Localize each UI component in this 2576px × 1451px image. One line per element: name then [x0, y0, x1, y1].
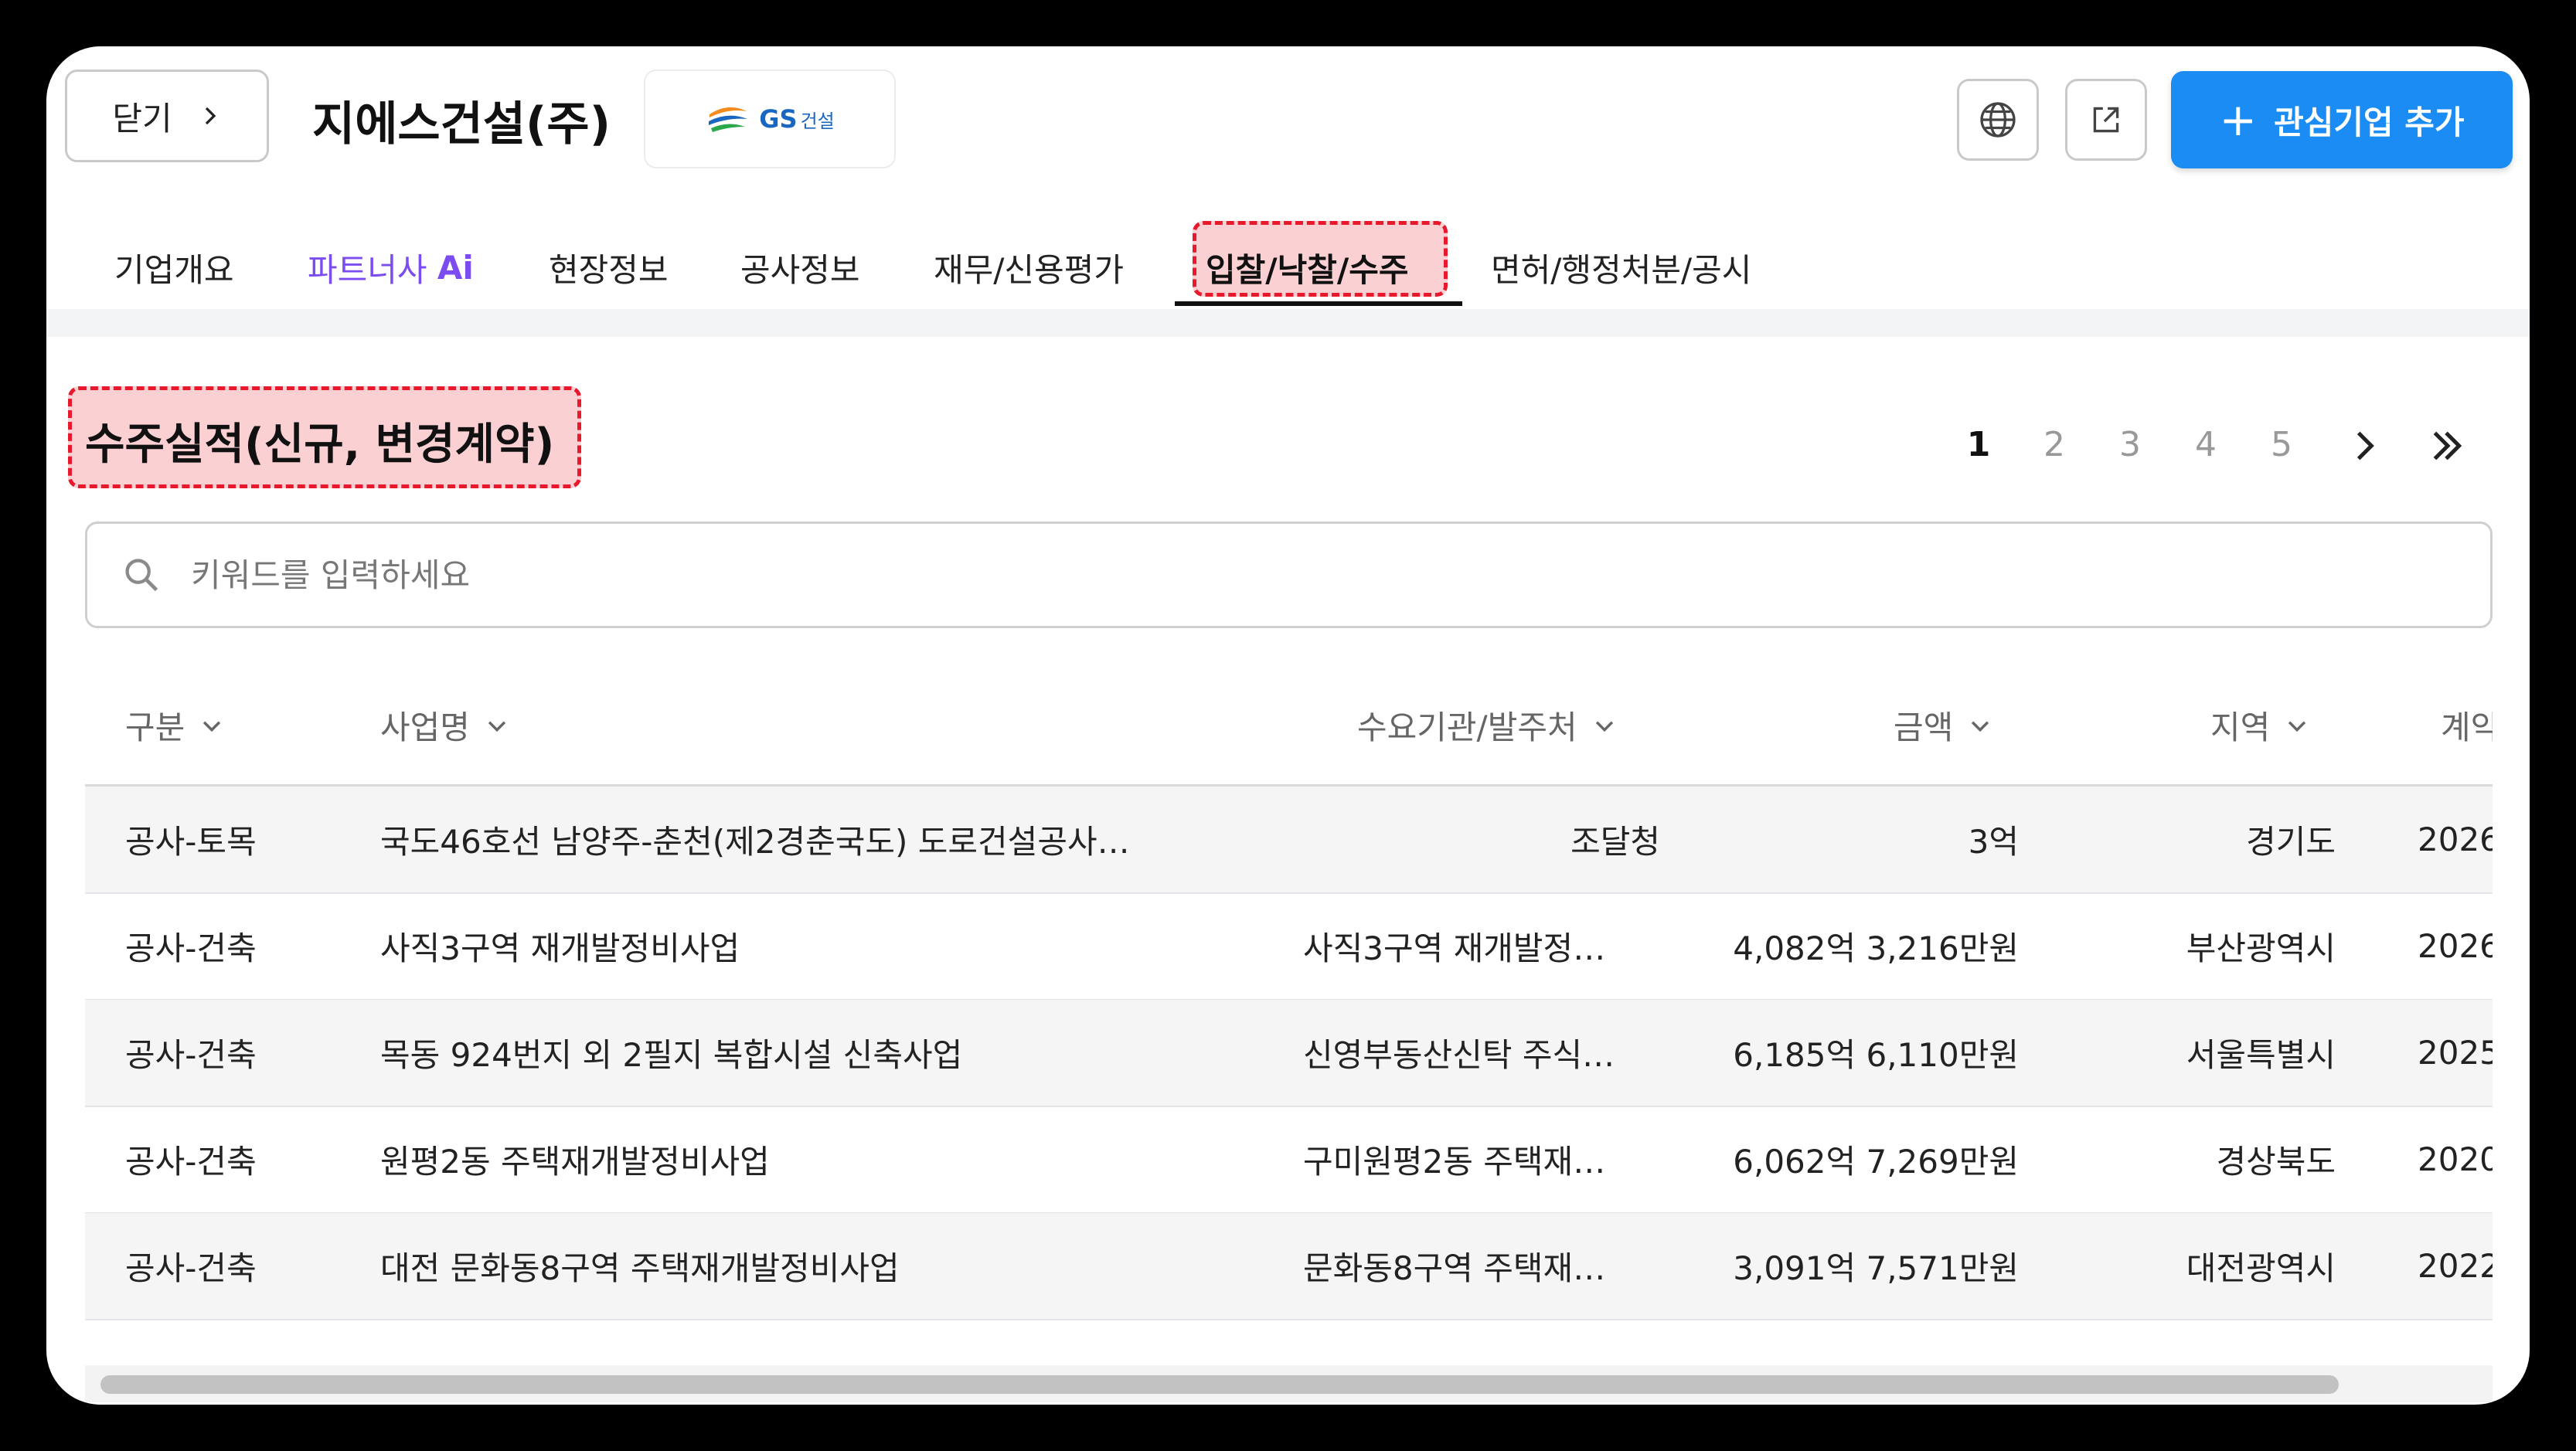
cell-region: 대전광역시 — [2186, 1249, 2336, 1287]
cell-project-name: 대전 문화동8구역 주택재개발정비사업 — [380, 1249, 900, 1287]
external-link-icon — [2093, 107, 2119, 133]
page-2[interactable]: 2 — [2031, 425, 2077, 464]
cell-category: 공사-토목 — [125, 823, 257, 861]
tab-finance-credit[interactable]: 재무/신용평가 — [934, 232, 1124, 303]
tab-company-overview[interactable]: 기업개요 — [114, 232, 234, 303]
table-row[interactable]: 공사-건축 사직3구역 재개발정비사업 사직3구역 재개발정… 4,082억 3… — [85, 893, 2493, 1001]
tab-bar: 기업개요 파트너사 Ai 현장정보 공사정보 재무/신용평가 입찰/낙찰/수주 … — [46, 232, 2530, 303]
plus-icon: + — [2219, 93, 2258, 146]
table-row[interactable]: 공사-건축 목동 924번지 외 2필지 복합시설 신축사업 신영부동산신탁 주… — [85, 1000, 2493, 1107]
active-tab-indicator — [1175, 301, 1462, 306]
cell-category: 공사-건축 — [125, 1249, 257, 1287]
cell-project-name: 사직3구역 재개발정비사업 — [380, 929, 740, 967]
tab-construction-info[interactable]: 공사정보 — [740, 232, 860, 303]
cell-project-name: 국도46호선 남양주-춘천(제2경춘국도) 도로건설공사… — [380, 823, 1130, 861]
page-4[interactable]: 4 — [2183, 425, 2229, 464]
cell-amount: 3,091억 7,571만원 — [1733, 1249, 2019, 1287]
chevron-down-icon — [1972, 721, 1989, 732]
company-logo: GS 건설 — [644, 70, 896, 168]
next-page-icon[interactable] — [2346, 426, 2384, 465]
col-header-region[interactable]: 지역 — [2210, 702, 2310, 749]
search-bar — [85, 522, 2493, 628]
table-header: 구분 사업명 수요기관/발주처 금액 지역 계약 — [85, 664, 2493, 787]
cell-client: 사직3구역 재개발정… — [1303, 929, 1606, 967]
globe-icon — [1980, 102, 2016, 138]
tab-site-info[interactable]: 현장정보 — [549, 232, 669, 303]
company-name: 지에스건설(주) — [312, 97, 611, 151]
share-button[interactable] — [2065, 79, 2147, 161]
tab-license-disclosure[interactable]: 면허/행정처분/공시 — [1491, 232, 1751, 303]
table-row[interactable]: 공사-건축 원평2동 주택재개발정비사업 구미원평2동 주택재… 6,062억 … — [85, 1106, 2493, 1214]
logo-text: GS 건설 — [759, 104, 835, 134]
cell-project-name: 원평2동 주택재개발정비사업 — [380, 1143, 770, 1181]
chevron-down-icon — [488, 721, 506, 732]
cell-amount: 6,185억 6,110만원 — [1733, 1036, 2019, 1074]
col-header-project-name[interactable]: 사업명 — [380, 702, 510, 749]
table-row[interactable]: 공사-건축 대전 문화동8구역 주택재개발정비사업 문화동8구역 주택재… 3,… — [85, 1213, 2493, 1320]
cell-region: 경기도 — [2246, 823, 2336, 861]
page-5[interactable]: 5 — [2258, 425, 2305, 464]
page-1[interactable]: 1 — [1955, 425, 2002, 464]
chevron-down-icon — [203, 721, 221, 732]
cell-contract: 2020 — [2418, 1140, 2493, 1178]
tab-bid-award-order[interactable]: 입찰/낙찰/수주 — [1206, 232, 1409, 303]
scrollbar-thumb[interactable] — [100, 1375, 2339, 1394]
cell-region: 부산광역시 — [2186, 929, 2336, 967]
results-table: 구분 사업명 수요기관/발주처 금액 지역 계약 공사-토목 국도46호선 남양… — [85, 664, 2493, 1402]
cell-contract: 2022 — [2418, 1247, 2493, 1285]
cell-amount: 3억 — [1968, 823, 2019, 861]
chevron-down-icon — [1595, 721, 1613, 732]
close-label: 닫기 — [112, 99, 172, 138]
add-interest-company-button[interactable]: + 관심기업 추가 — [2171, 71, 2513, 168]
cell-amount: 6,062억 7,269만원 — [1733, 1143, 2019, 1181]
app-screen: 닫기 지에스건설(주) GS 건설 + 관심기업 추가 기업개요 파트너사 Ai… — [46, 46, 2530, 1405]
page-3[interactable]: 3 — [2107, 425, 2153, 464]
cell-category: 공사-건축 — [125, 1143, 257, 1181]
cell-contract: 2025 — [2418, 1034, 2493, 1072]
cell-client: 신영부동산신탁 주식… — [1303, 1036, 1615, 1074]
cell-client: 조달청 — [1570, 823, 1660, 861]
horizontal-scrollbar[interactable] — [85, 1365, 2493, 1402]
cell-region: 경상북도 — [2216, 1143, 2336, 1181]
cell-project-name: 목동 924번지 외 2필지 복합시설 신축사업 — [380, 1036, 963, 1074]
gs-logo-icon — [708, 99, 749, 139]
section-title: 수주실적(신규, 변경계약) — [85, 420, 555, 470]
cell-contract: 2026 — [2418, 927, 2493, 965]
col-header-client[interactable]: 수요기관/발주처 — [1357, 702, 1618, 749]
cell-client: 구미원평2동 주택재… — [1303, 1143, 1606, 1181]
chevron-down-icon — [2288, 721, 2306, 732]
last-page-icon[interactable] — [2427, 426, 2465, 465]
table-row[interactable]: 공사-토목 국도46호선 남양주-춘천(제2경춘국도) 도로건설공사… 조달청 … — [85, 787, 2493, 894]
device-frame: 닫기 지에스건설(주) GS 건설 + 관심기업 추가 기업개요 파트너사 Ai… — [0, 0, 2576, 1451]
cell-region: 서울특별시 — [2186, 1036, 2336, 1074]
section-divider — [46, 309, 2530, 337]
cell-category: 공사-건축 — [125, 929, 257, 967]
tab-partner-ai[interactable]: 파트너사 Ai — [308, 232, 474, 303]
col-header-contract[interactable]: 계약 — [2441, 702, 2493, 749]
cell-amount: 4,082억 3,216만원 — [1733, 929, 2019, 967]
chevron-right-icon — [205, 107, 216, 125]
col-header-amount[interactable]: 금액 — [1894, 702, 1993, 749]
cell-category: 공사-건축 — [125, 1036, 257, 1074]
col-header-category[interactable]: 구분 — [125, 702, 225, 749]
search-input[interactable] — [189, 555, 2357, 595]
search-icon — [125, 559, 158, 592]
close-button[interactable]: 닫기 — [65, 70, 269, 162]
add-button-label: 관심기업 추가 — [2274, 103, 2465, 141]
language-button[interactable] — [1957, 79, 2039, 161]
cell-client: 문화동8구역 주택재… — [1303, 1249, 1606, 1287]
cell-contract: 2026 — [2418, 821, 2493, 858]
